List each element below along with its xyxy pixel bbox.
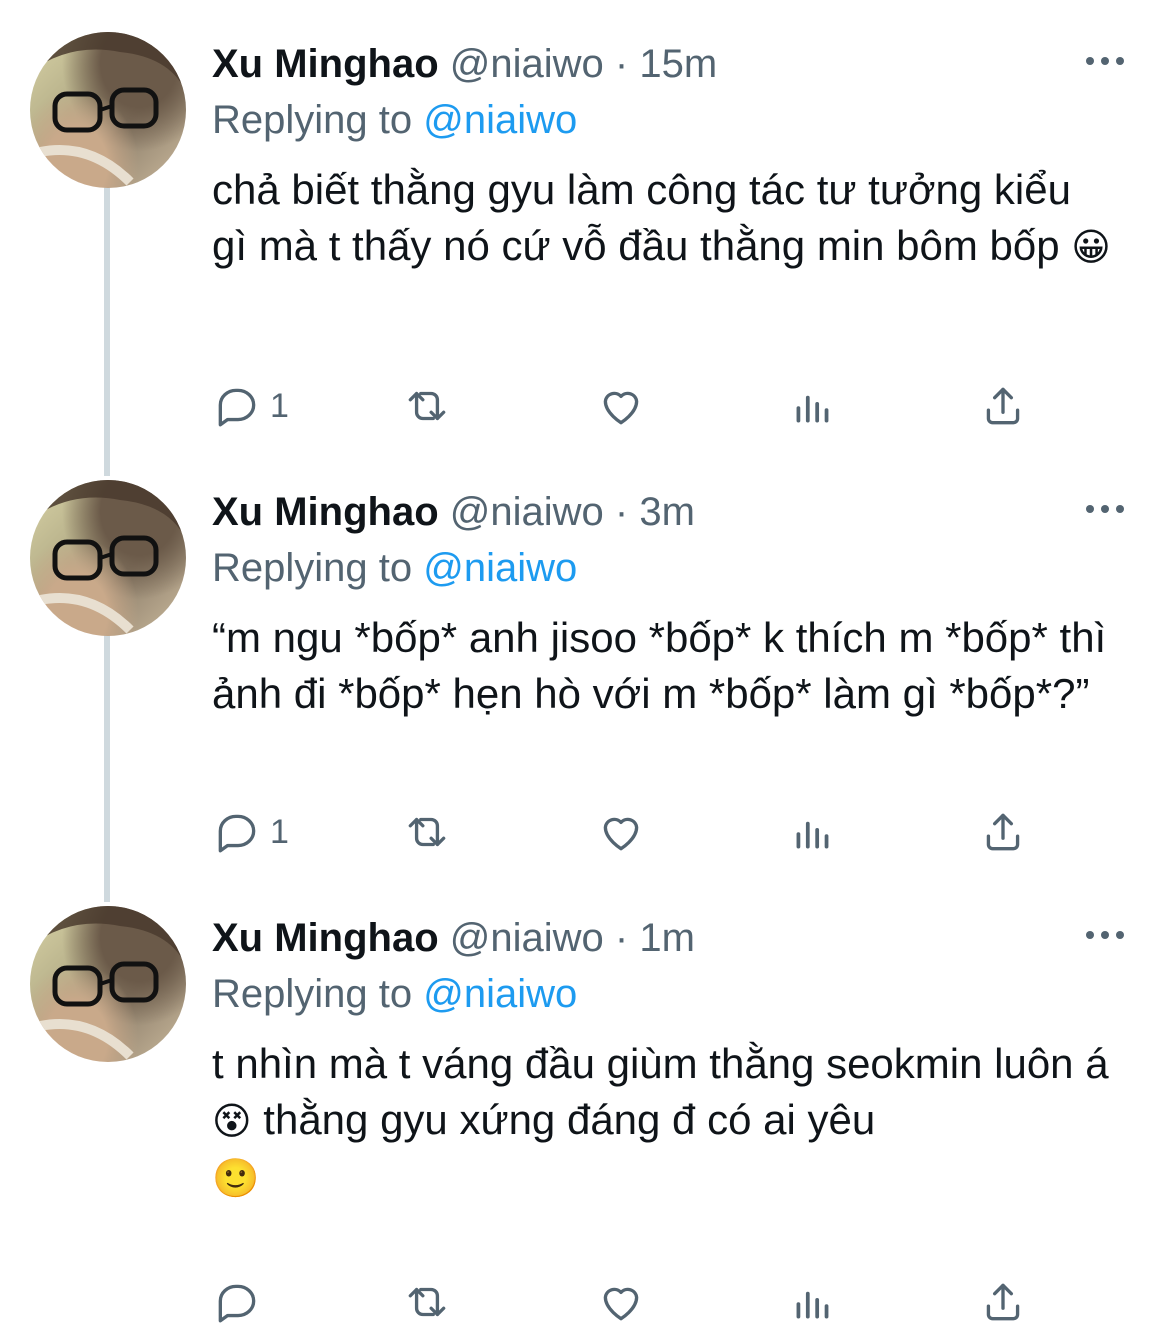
replying-to-link[interactable]: @niaiwo — [423, 546, 577, 590]
avatar[interactable] — [30, 32, 186, 188]
more-icon[interactable] — [1086, 52, 1126, 72]
retweet-button[interactable] — [402, 376, 452, 436]
dizzy-face-emoji: 😵 — [212, 1099, 252, 1143]
like-button[interactable] — [596, 1272, 646, 1332]
share-icon — [986, 387, 1020, 425]
like-button[interactable] — [596, 802, 646, 862]
tweet-text: “m ngu *bốp* anh jisoo *bốp* k thích m *… — [212, 614, 1107, 717]
share-icon — [986, 813, 1020, 851]
author-handle[interactable]: @niaiwo — [450, 916, 604, 960]
reply-count: 1 — [270, 812, 289, 851]
replying-to: Replying to @niaiwo — [212, 964, 577, 1024]
tweet-actions: 1 — [212, 802, 1062, 862]
like-icon — [603, 1287, 639, 1321]
reply-icon — [218, 814, 256, 853]
replying-to-link[interactable]: @niaiwo — [423, 98, 577, 142]
reply-button[interactable]: 1 — [212, 802, 289, 862]
author-name[interactable]: Xu Minghao — [212, 42, 439, 86]
tweet-actions — [212, 1272, 1062, 1332]
reply-icon — [218, 1284, 256, 1323]
tweet[interactable]: Xu Minghao @niaiwo · 15m Replying to @ni… — [0, 32, 1170, 462]
analytics-icon — [796, 395, 829, 423]
separator: · — [614, 490, 629, 534]
retweet-icon — [408, 391, 446, 421]
author-name[interactable]: Xu Minghao — [212, 916, 439, 960]
replying-to-link[interactable]: @niaiwo — [423, 972, 577, 1016]
reply-icon — [218, 388, 256, 427]
share-button[interactable] — [978, 1272, 1028, 1332]
analytics-button[interactable] — [788, 1272, 838, 1332]
replying-to: Replying to @niaiwo — [212, 538, 577, 598]
analytics-button[interactable] — [788, 376, 838, 436]
tweet-header: Xu Minghao @niaiwo · 15m — [212, 34, 717, 94]
reply-count: 1 — [270, 386, 289, 425]
replying-to: Replying to @niaiwo — [212, 90, 577, 150]
tweet-text: t nhìn mà t váng đầu giùm thằng seokmin … — [212, 1036, 1132, 1206]
like-icon — [603, 391, 639, 425]
avatar[interactable] — [30, 906, 186, 1062]
analytics-button[interactable] — [788, 802, 838, 862]
slightly-smiling-emoji: 🙂 — [212, 1156, 260, 1200]
share-icon — [986, 1283, 1020, 1321]
timestamp[interactable]: 3m — [639, 490, 695, 534]
tweet-actions: 1 — [212, 376, 1062, 436]
author-name[interactable]: Xu Minghao — [212, 490, 439, 534]
author-handle[interactable]: @niaiwo — [450, 42, 604, 86]
analytics-icon — [796, 821, 829, 849]
more-icon[interactable] — [1086, 500, 1126, 520]
tweet-header: Xu Minghao @niaiwo · 3m — [212, 482, 695, 542]
separator: · — [614, 916, 629, 960]
retweet-button[interactable] — [402, 1272, 452, 1332]
tweet[interactable]: Xu Minghao @niaiwo · 1m Replying to @nia… — [0, 906, 1170, 1344]
share-button[interactable] — [978, 376, 1028, 436]
tweet-text: chả biết thằng gyu làm công tác tư tưởng… — [212, 162, 1112, 275]
like-icon — [603, 817, 639, 851]
avatar[interactable] — [30, 480, 186, 636]
replying-prefix: Replying to — [212, 98, 413, 142]
reply-button[interactable]: 1 — [212, 376, 289, 436]
like-button[interactable] — [596, 376, 646, 436]
retweet-icon — [408, 817, 446, 847]
separator: · — [614, 42, 629, 86]
share-button[interactable] — [978, 802, 1028, 862]
reply-button[interactable] — [212, 1272, 270, 1332]
analytics-icon — [796, 1291, 829, 1319]
tweet-header: Xu Minghao @niaiwo · 1m — [212, 908, 695, 968]
grinning-emoji: 😀 — [1071, 225, 1111, 269]
tweet-text-part1: t nhìn mà t váng đầu giùm thằng seokmin … — [212, 1040, 1109, 1087]
more-icon[interactable] — [1086, 926, 1126, 946]
replying-prefix: Replying to — [212, 546, 413, 590]
tweet[interactable]: Xu Minghao @niaiwo · 3m Replying to @nia… — [0, 480, 1170, 900]
tweet-text-content: chả biết thằng gyu làm công tác tư tưởng… — [212, 166, 1071, 269]
replying-prefix: Replying to — [212, 972, 413, 1016]
timestamp[interactable]: 15m — [639, 42, 717, 86]
retweet-button[interactable] — [402, 802, 452, 862]
tweet-text-part2: thằng gyu xứng đáng đ có ai yêu — [263, 1096, 876, 1143]
author-handle[interactable]: @niaiwo — [450, 490, 604, 534]
retweet-icon — [408, 1287, 446, 1317]
timestamp[interactable]: 1m — [639, 916, 695, 960]
